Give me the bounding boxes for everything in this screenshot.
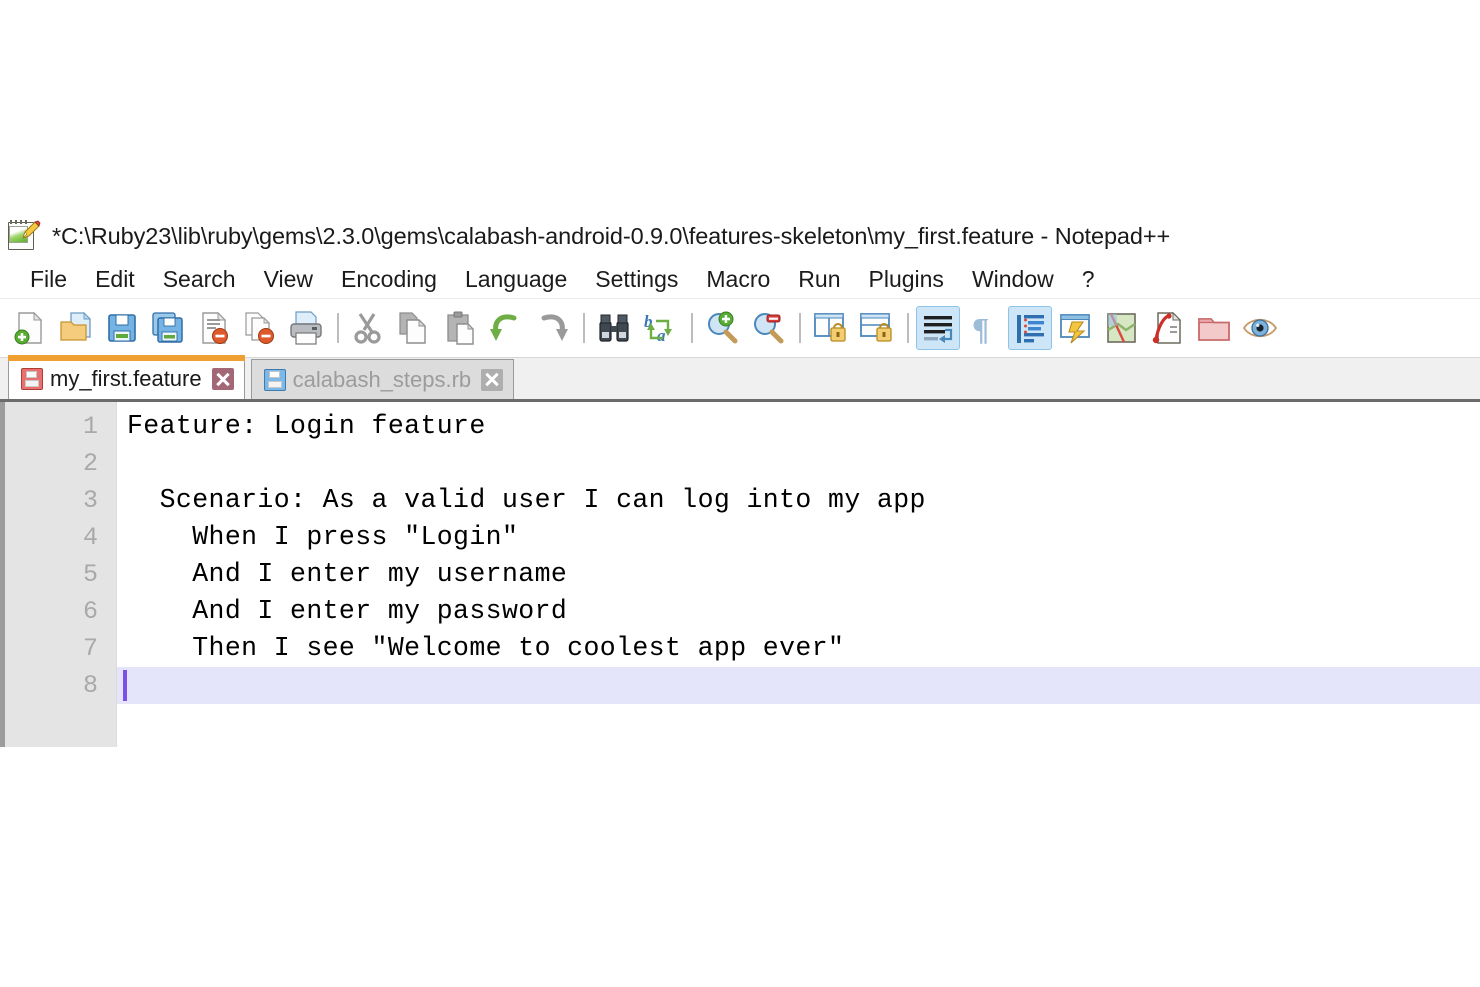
- editor-area[interactable]: 1 2 3 4 5 6 7 8 Feature: Login feature S…: [0, 402, 1480, 747]
- function-list-icon[interactable]: [1146, 306, 1190, 350]
- save-icon[interactable]: [100, 306, 144, 350]
- line-number: 3: [82, 486, 98, 515]
- code-line[interactable]: And I enter my username: [117, 556, 1480, 593]
- code-line[interactable]: Feature: Login feature: [117, 408, 1480, 445]
- close-all-icon[interactable]: [238, 306, 282, 350]
- code-line[interactable]: [117, 445, 1480, 482]
- code-line[interactable]: When I press "Login": [117, 519, 1480, 556]
- floppy-blue-icon: [262, 367, 288, 393]
- replace-icon[interactable]: b a: [638, 306, 682, 350]
- menu-item-plugins[interactable]: Plugins: [855, 266, 958, 298]
- redo-arrow-icon[interactable]: [530, 306, 574, 350]
- tab-label: calabash_steps.rb: [292, 366, 472, 392]
- line-number: 5: [82, 560, 98, 589]
- document-map-icon[interactable]: [1100, 306, 1144, 350]
- menu-item-run[interactable]: Run: [784, 266, 854, 298]
- menu-item-help[interactable]: ?: [1068, 266, 1109, 298]
- user-defined-dialog-icon[interactable]: [1054, 306, 1098, 350]
- toolbar-separator: [583, 313, 585, 343]
- sync-vertical-scroll-icon[interactable]: [808, 306, 852, 350]
- zoom-in-icon[interactable]: [700, 306, 744, 350]
- open-folder-icon[interactable]: [54, 306, 98, 350]
- copy-icon[interactable]: [392, 306, 436, 350]
- line-number-gutter: 1 2 3 4 5 6 7 8: [5, 402, 117, 747]
- find-binoculars-icon[interactable]: [592, 306, 636, 350]
- zoom-out-icon[interactable]: [746, 306, 790, 350]
- save-all-icon[interactable]: [146, 306, 190, 350]
- menu-item-language[interactable]: Language: [451, 266, 581, 298]
- close-icon[interactable]: [479, 367, 505, 393]
- tab-my-first-feature[interactable]: my_first.feature: [8, 355, 245, 399]
- close-file-icon[interactable]: [192, 306, 236, 350]
- toolbar-separator: [799, 313, 801, 343]
- folder-as-workspace-icon[interactable]: [1192, 306, 1236, 350]
- monitoring-eye-icon[interactable]: [1238, 306, 1282, 350]
- cut-scissors-icon[interactable]: [346, 306, 390, 350]
- line-number: 8: [82, 671, 98, 700]
- menu-item-window[interactable]: Window: [958, 266, 1068, 298]
- code-text-area[interactable]: Feature: Login feature Scenario: As a va…: [117, 402, 1480, 747]
- window-title: *C:\Ruby23\lib\ruby\gems\2.3.0\gems\cala…: [52, 222, 1171, 249]
- tab-calabash-steps-rb[interactable]: calabash_steps.rb: [250, 359, 515, 399]
- sync-horizontal-scroll-icon[interactable]: [854, 306, 898, 350]
- tabbar: my_first.feature calabash_steps.rb: [0, 355, 1480, 402]
- line-number: 2: [82, 449, 98, 478]
- undo-arrow-icon[interactable]: [484, 306, 528, 350]
- indent-guide-icon[interactable]: [1008, 306, 1052, 350]
- close-icon[interactable]: [210, 366, 236, 392]
- svg-text:¶: ¶: [972, 311, 989, 346]
- toolbar: b a ¶: [0, 299, 1480, 358]
- toolbar-separator: [907, 313, 909, 343]
- paste-icon[interactable]: [438, 306, 482, 350]
- notepad-plus-plus-icon: [6, 219, 41, 253]
- menu-item-settings[interactable]: Settings: [581, 266, 692, 298]
- code-line[interactable]: Scenario: As a valid user I can log into…: [117, 482, 1480, 519]
- menu-item-view[interactable]: View: [250, 266, 327, 298]
- code-line[interactable]: And I enter my password: [117, 593, 1480, 630]
- text-caret: [123, 670, 127, 701]
- floppy-red-icon: [19, 366, 45, 392]
- menu-item-file[interactable]: File: [16, 266, 81, 298]
- toolbar-separator: [337, 313, 339, 343]
- print-icon[interactable]: [284, 306, 328, 350]
- tab-label: my_first.feature: [50, 366, 202, 391]
- menu-item-search[interactable]: Search: [149, 266, 250, 298]
- notepad-plus-plus-window: *C:\Ruby23\lib\ruby\gems\2.3.0\gems\cala…: [0, 212, 1480, 747]
- line-number: 6: [82, 597, 98, 626]
- menu-item-macro[interactable]: Macro: [692, 266, 784, 298]
- svg-text:a: a: [657, 326, 666, 345]
- line-number: 1: [82, 412, 98, 441]
- code-line-current[interactable]: [117, 667, 1480, 704]
- new-file-icon[interactable]: [8, 306, 52, 350]
- show-all-characters-icon[interactable]: ¶: [962, 306, 1006, 350]
- word-wrap-icon[interactable]: [916, 306, 960, 350]
- menu-item-edit[interactable]: Edit: [81, 266, 149, 298]
- menu-item-encoding[interactable]: Encoding: [327, 266, 451, 298]
- line-number: 4: [82, 523, 98, 552]
- toolbar-separator: [691, 313, 693, 343]
- titlebar: *C:\Ruby23\lib\ruby\gems\2.3.0\gems\cala…: [0, 212, 1480, 260]
- menubar: File Edit Search View Encoding Language …: [0, 260, 1480, 299]
- code-line[interactable]: Then I see "Welcome to coolest app ever": [117, 630, 1480, 667]
- line-number: 7: [82, 634, 98, 663]
